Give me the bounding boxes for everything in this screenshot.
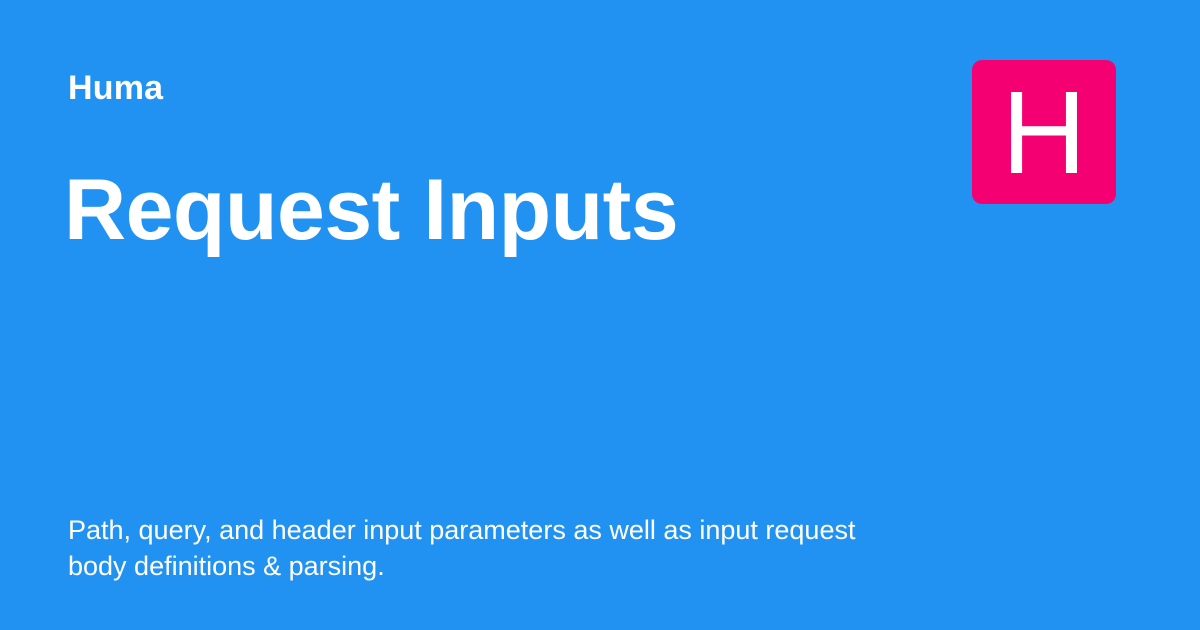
social-card: Huma Request Inputs Path, query, and hea… — [0, 0, 1200, 630]
logo-letter: H — [1001, 67, 1087, 199]
huma-logo-icon: H — [972, 60, 1116, 204]
site-name: Huma — [68, 69, 164, 107]
page-description: Path, query, and header input parameters… — [68, 515, 856, 581]
page-title: Request Inputs — [64, 162, 679, 258]
